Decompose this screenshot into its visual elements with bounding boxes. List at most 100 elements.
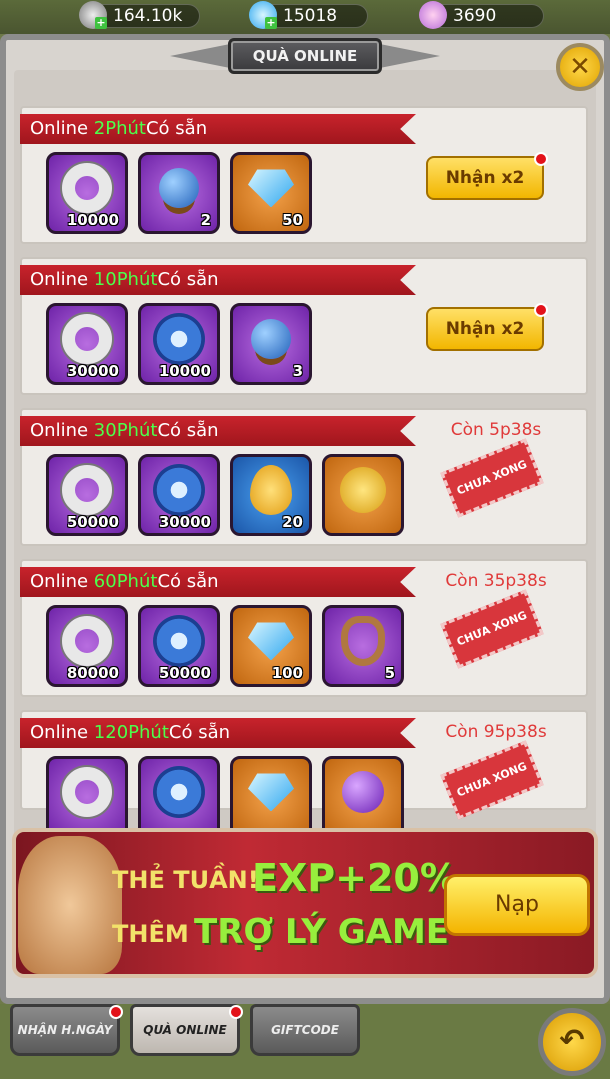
not-done-stamp: CHƯA XONG bbox=[440, 740, 544, 820]
reward-item[interactable] bbox=[322, 756, 404, 838]
ribbon-minutes: 30Phút bbox=[93, 420, 158, 441]
currency-diamond-value: 15018 bbox=[283, 6, 338, 26]
stone-ring-icon bbox=[62, 616, 112, 667]
not-done-stamp: CHƯA XONG bbox=[440, 589, 544, 669]
ribbon-suffix: Có sẵn bbox=[168, 722, 231, 743]
banner-line1: THẺ TUẦN! bbox=[112, 866, 259, 894]
ribbon-suffix: Có sẵn bbox=[157, 420, 219, 441]
reward-items: 80000 50000 100 5 bbox=[46, 605, 404, 687]
reward-row: Online 30PhútCó sẵn 50000 30000 20 Còn 5p38s… bbox=[20, 408, 588, 546]
item-quantity: 2 bbox=[200, 211, 211, 229]
banner-line2: THÊM bbox=[112, 920, 189, 948]
stone-ring-icon bbox=[62, 767, 112, 818]
stone-ring-icon bbox=[62, 314, 112, 365]
countdown-timer: Còn 5p38s bbox=[450, 420, 542, 440]
currency-shell-value: 3690 bbox=[453, 6, 497, 26]
tab-daily[interactable]: NHẬN H.NGÀY bbox=[10, 1004, 123, 1056]
item-quantity: 30000 bbox=[66, 362, 119, 380]
item-quantity: 20 bbox=[282, 513, 303, 531]
claim-label: Nhận x2 bbox=[445, 168, 525, 188]
ribbon-prefix: Online bbox=[30, 269, 94, 290]
reward-item[interactable] bbox=[322, 454, 404, 536]
claim-label: Nhận x2 bbox=[445, 319, 525, 339]
tab-daily-label: NHẬN H.NGÀY bbox=[17, 1023, 113, 1037]
currency-stone[interactable]: + 164.10k bbox=[79, 1, 200, 29]
tab-giftcode-label: GIFTCODE bbox=[271, 1023, 339, 1037]
item-quantity: 50000 bbox=[66, 513, 119, 531]
diamond-icon bbox=[248, 169, 294, 208]
back-button[interactable]: ↶ bbox=[538, 1008, 606, 1076]
ribbon-prefix: Online bbox=[30, 118, 94, 139]
reward-item[interactable]: 20 bbox=[230, 454, 312, 536]
row-ribbon: Online 60PhútCó sẵn bbox=[20, 567, 416, 597]
topup-button[interactable]: Nạp bbox=[444, 874, 590, 936]
notification-dot-icon bbox=[229, 1005, 243, 1019]
item-quantity: 30000 bbox=[158, 513, 211, 531]
item-quantity: 50 bbox=[282, 211, 303, 229]
ribbon-suffix: Có sẵn bbox=[145, 118, 208, 139]
reward-item[interactable]: 100 bbox=[230, 605, 312, 687]
notification-dot-icon bbox=[534, 152, 548, 166]
blue-orb-icon bbox=[159, 168, 199, 209]
reward-item[interactable] bbox=[138, 756, 220, 838]
row-ribbon: Online 120PhútCó sẵn bbox=[20, 718, 416, 748]
blue-swirl-icon bbox=[153, 464, 205, 517]
item-quantity: 10000 bbox=[66, 211, 119, 229]
reward-item[interactable]: 3 bbox=[230, 303, 312, 385]
flame-drop-icon bbox=[250, 465, 292, 516]
plus-icon[interactable]: + bbox=[265, 17, 277, 29]
weekly-card-banner[interactable]: THẺ TUẦN! EXP+20% THÊM TRỢ LÝ GAME Nạp bbox=[12, 828, 598, 978]
reward-item[interactable]: 50000 bbox=[138, 605, 220, 687]
rope-icon bbox=[341, 616, 385, 667]
row-ribbon: Online 10PhútCó sẵn bbox=[20, 265, 416, 295]
reward-item[interactable]: 10000 bbox=[138, 303, 220, 385]
row-ribbon: Online 2PhútCó sẵn bbox=[20, 114, 416, 144]
tab-online-gift-label: QUÀ ONLINE bbox=[143, 1023, 227, 1037]
ribbon-prefix: Online bbox=[30, 571, 94, 592]
reward-item[interactable]: 5 bbox=[322, 605, 404, 687]
plus-icon[interactable]: + bbox=[95, 17, 107, 29]
countdown-timer: Còn 95p38s bbox=[445, 722, 547, 742]
reward-item[interactable]: 50 bbox=[230, 152, 312, 234]
blue-swirl-icon bbox=[153, 615, 205, 668]
reward-item[interactable]: 30000 bbox=[138, 454, 220, 536]
claim-x2-button[interactable]: Nhận x2 bbox=[426, 303, 548, 351]
banner-assistant: TRỢ LÝ GAME bbox=[194, 912, 450, 952]
currency-stone-value: 164.10k bbox=[113, 6, 183, 26]
not-done-stamp: CHƯA XONG bbox=[440, 438, 544, 518]
countdown-timer: Còn 35p38s bbox=[445, 571, 547, 591]
currency-bar: + 164.10k + 15018 3690 bbox=[0, 0, 610, 34]
ribbon-prefix: Online bbox=[30, 420, 94, 441]
item-quantity: 80000 bbox=[66, 664, 119, 682]
reward-items: 10000 2 50 bbox=[46, 152, 312, 234]
blue-swirl-icon bbox=[153, 313, 205, 366]
reward-row: Online 10PhútCó sẵn 30000 10000 3 Nhận x2 bbox=[20, 257, 588, 395]
reward-item[interactable]: 30000 bbox=[46, 303, 128, 385]
diamond-icon bbox=[248, 773, 294, 812]
stone-ring-icon bbox=[62, 163, 112, 214]
reward-item[interactable] bbox=[230, 756, 312, 838]
reward-items: 50000 30000 20 bbox=[46, 454, 404, 536]
item-quantity: 100 bbox=[271, 664, 303, 682]
shell-icon bbox=[419, 1, 447, 29]
item-quantity: 50000 bbox=[158, 664, 211, 682]
mascot-character-icon bbox=[18, 836, 122, 974]
reward-item[interactable]: 80000 bbox=[46, 605, 128, 687]
reward-item[interactable] bbox=[46, 756, 128, 838]
ribbon-suffix: Có sẵn bbox=[157, 571, 219, 592]
currency-shell[interactable]: 3690 bbox=[419, 1, 544, 29]
tab-online-gift[interactable]: QUÀ ONLINE bbox=[130, 1004, 243, 1056]
reward-item[interactable]: 10000 bbox=[46, 152, 128, 234]
ribbon-minutes: 10Phút bbox=[93, 269, 158, 290]
claim-x2-button[interactable]: Nhận x2 bbox=[426, 152, 548, 200]
reward-row: Online 120PhútCó sẵn Còn 95p38s CHƯA XONG bbox=[20, 710, 588, 838]
reward-item[interactable]: 2 bbox=[138, 152, 220, 234]
close-button[interactable]: ✕ bbox=[556, 43, 604, 91]
tab-giftcode[interactable]: GIFTCODE bbox=[250, 1004, 360, 1056]
banner-exp-bonus: EXP+20% bbox=[252, 856, 458, 900]
blue-orb-icon bbox=[251, 319, 291, 360]
ribbon-minutes: 60Phút bbox=[93, 571, 158, 592]
reward-item[interactable]: 50000 bbox=[46, 454, 128, 536]
currency-diamond[interactable]: + 15018 bbox=[249, 1, 368, 29]
reward-items: 30000 10000 3 bbox=[46, 303, 312, 385]
